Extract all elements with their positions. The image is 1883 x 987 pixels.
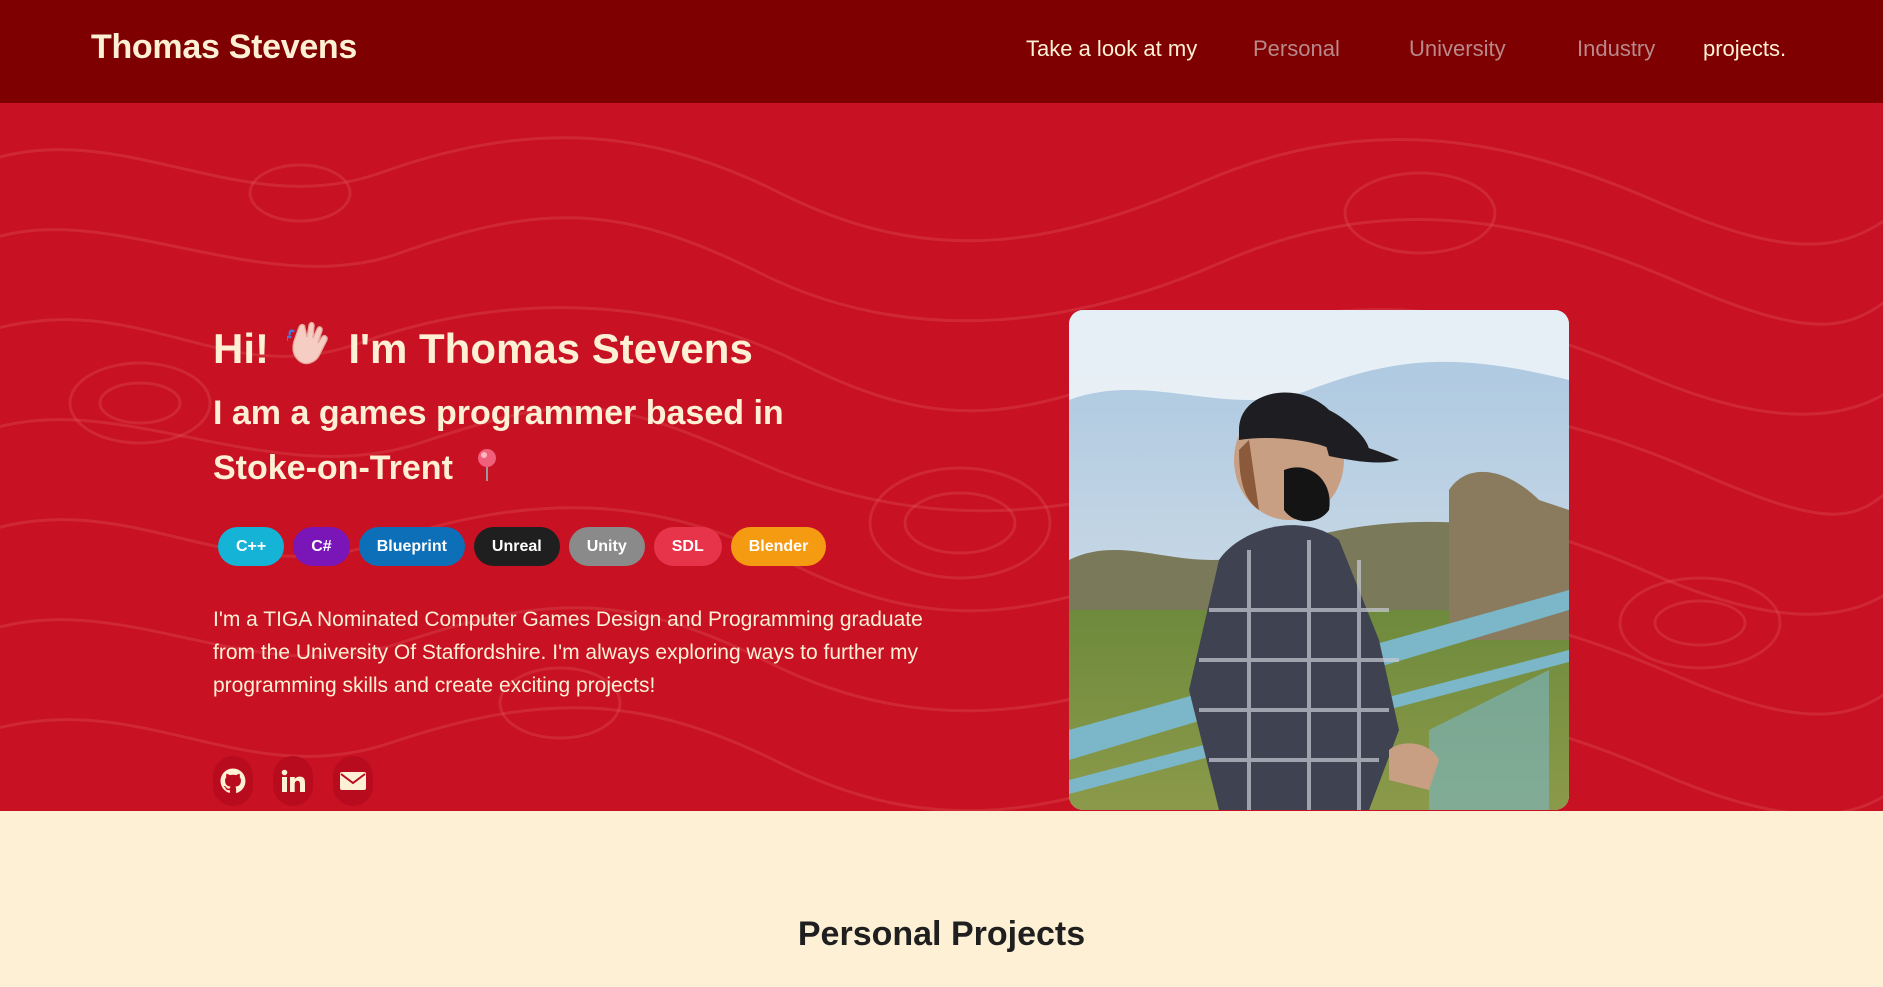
brand-name[interactable]: Thomas Stevens xyxy=(91,28,357,67)
nav-link-industry[interactable]: Industry xyxy=(1577,36,1655,62)
nav-link-personal[interactable]: Personal xyxy=(1253,36,1340,62)
hero-section: Hi! I'm Thomas Stevens I am a games prog… xyxy=(0,103,1883,811)
github-link[interactable] xyxy=(213,756,253,806)
bio-paragraph: I'm a TIGA Nominated Computer Games Desi… xyxy=(213,608,923,697)
skill-tag-csharp: C# xyxy=(293,527,350,566)
nav-link-university[interactable]: University xyxy=(1409,36,1506,62)
hero-title: Hi! I'm Thomas Stevens xyxy=(213,321,753,377)
skill-tag-unity: Unity xyxy=(568,527,645,566)
nav-lead-text: Take a look at my xyxy=(1026,36,1198,61)
linkedin-icon xyxy=(281,769,305,792)
skill-tag-blueprint: Blueprint xyxy=(358,527,465,566)
skill-tag-list: C++ C# Blueprint Unreal Unity SDL Blende… xyxy=(218,527,827,566)
section-title: Personal Projects xyxy=(797,915,1086,953)
nav-tail-text: projects. xyxy=(1703,36,1787,61)
skill-tag-blender: Blender xyxy=(730,527,827,566)
greeting-name-text: I'm Thomas Stevens xyxy=(348,325,753,372)
hero-subtitle: I am a games programmer based in Stoke-o… xyxy=(213,386,833,499)
email-icon xyxy=(340,772,366,790)
email-link[interactable] xyxy=(333,756,373,806)
skill-tag-unreal: Unreal xyxy=(473,527,560,566)
skill-tag-sdl: SDL xyxy=(653,527,722,566)
linkedin-link[interactable] xyxy=(273,756,313,806)
github-icon xyxy=(220,768,246,794)
skill-tag-cpp: C++ xyxy=(218,527,285,566)
profile-photo xyxy=(1069,310,1569,810)
location-pin-icon xyxy=(476,444,498,499)
social-links xyxy=(213,756,373,806)
waving-hand-icon xyxy=(285,321,331,377)
top-nav-bar: Thomas Stevens Take a look at my Persona… xyxy=(0,0,1883,103)
greeting-text: Hi! xyxy=(213,325,269,372)
